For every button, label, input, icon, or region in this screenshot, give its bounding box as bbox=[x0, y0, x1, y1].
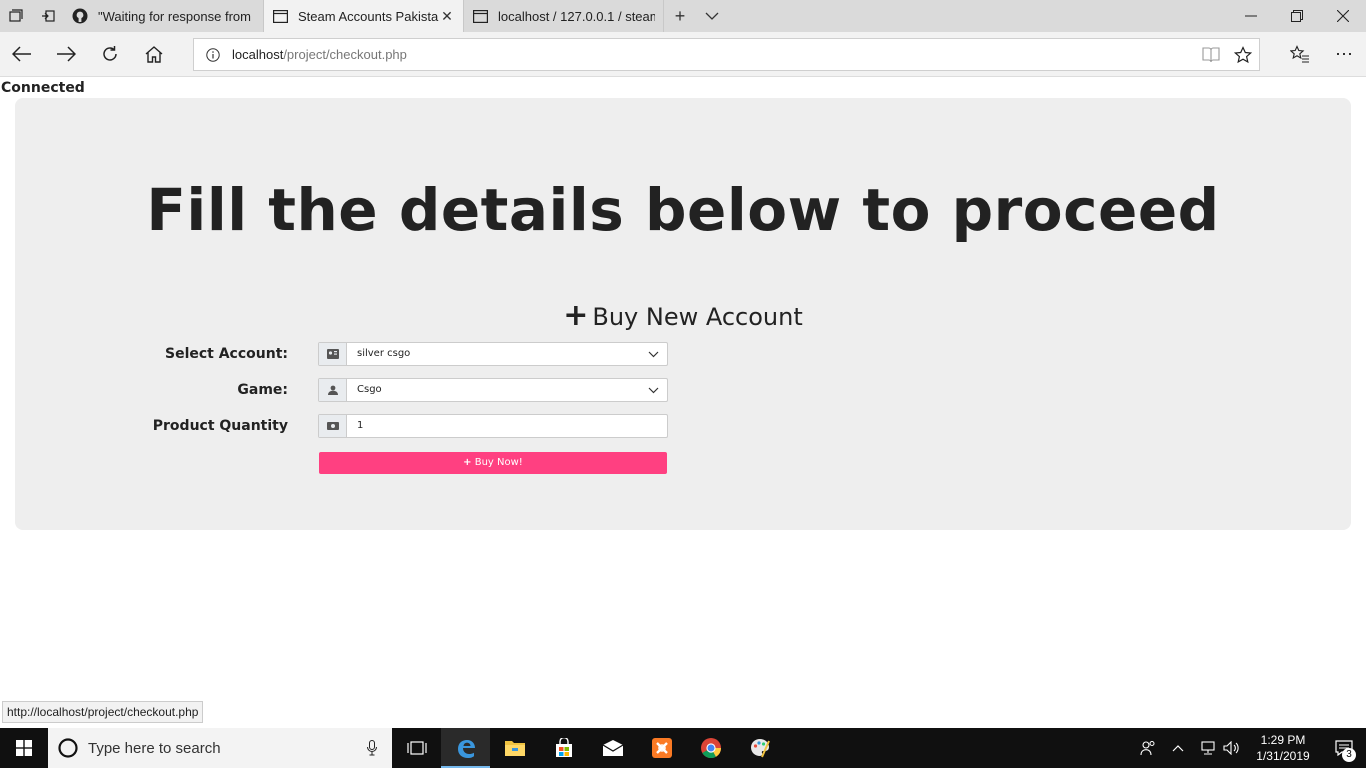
set-tabs-aside-icon[interactable] bbox=[32, 0, 64, 32]
home-icon[interactable] bbox=[132, 32, 176, 76]
minimize-icon[interactable] bbox=[1228, 0, 1274, 32]
url-path: /project/checkout.php bbox=[283, 47, 407, 62]
microphone-icon[interactable] bbox=[352, 740, 392, 756]
game-label: Game: bbox=[237, 382, 288, 398]
tab-manager-icon[interactable] bbox=[0, 0, 32, 32]
search-placeholder: Type here to search bbox=[88, 739, 221, 757]
cortana-icon bbox=[48, 737, 88, 759]
plus-icon: + bbox=[563, 298, 589, 333]
favorite-star-icon[interactable] bbox=[1227, 45, 1259, 64]
tab-title: localhost / 127.0.0.1 / steam bbox=[498, 8, 655, 24]
url-host: localhost bbox=[232, 47, 284, 62]
info-icon[interactable] bbox=[194, 47, 232, 62]
system-tray: 1:29 PM 1/31/2019 3 bbox=[1136, 728, 1366, 768]
paint-icon[interactable] bbox=[735, 728, 784, 768]
game-value: Csgo bbox=[357, 384, 382, 395]
back-icon[interactable] bbox=[0, 32, 44, 76]
tab-title: Steam Accounts Pakista bbox=[298, 8, 439, 24]
page-title: Fill the details below to proceed bbox=[146, 176, 1220, 244]
taskbar: Type here to search 1:29 PM 1/31/2019 3 bbox=[0, 728, 1366, 768]
chevron-down-icon[interactable] bbox=[696, 0, 728, 32]
buy-now-button[interactable]: + Buy Now! bbox=[319, 452, 667, 474]
form-title: + Buy New Account bbox=[15, 298, 1351, 333]
screen: "Waiting for response from Steam Account… bbox=[0, 0, 1366, 768]
form-title-text: Buy New Account bbox=[592, 303, 803, 331]
new-tab-icon[interactable]: + bbox=[664, 0, 696, 32]
select-account-row: Select Account: silver csgo bbox=[15, 342, 1351, 366]
tab-strip: "Waiting for response from Steam Account… bbox=[0, 0, 1366, 32]
select-account-value: silver csgo bbox=[357, 348, 411, 359]
tab-phpmyadmin[interactable]: localhost / 127.0.0.1 / steam bbox=[464, 0, 664, 32]
page-icon bbox=[472, 8, 488, 24]
reading-view-icon[interactable] bbox=[1195, 46, 1227, 63]
user-icon bbox=[319, 379, 347, 401]
url-text: localhost/project/checkout.php bbox=[232, 47, 1195, 62]
clock[interactable]: 1:29 PM 1/31/2019 bbox=[1244, 732, 1322, 764]
close-tab-icon[interactable]: ✕ bbox=[439, 8, 455, 25]
select-account-dropdown[interactable]: silver csgo bbox=[318, 342, 668, 366]
mail-icon[interactable] bbox=[588, 728, 637, 768]
network-icon[interactable] bbox=[1196, 741, 1220, 755]
buy-now-label: Buy Now! bbox=[474, 457, 523, 468]
page-icon bbox=[272, 8, 288, 24]
chevron-down-icon[interactable] bbox=[639, 343, 667, 365]
taskbar-search-box[interactable]: Type here to search bbox=[48, 728, 392, 768]
xampp-icon[interactable] bbox=[637, 728, 686, 768]
action-center-icon[interactable]: 3 bbox=[1322, 728, 1366, 768]
quantity-label: Product Quantity bbox=[152, 418, 288, 434]
quantity-value: 1 bbox=[357, 420, 364, 431]
clock-date: 1/31/2019 bbox=[1256, 749, 1310, 763]
quantity-input[interactable]: 1 bbox=[318, 414, 668, 438]
edge-icon[interactable] bbox=[441, 728, 490, 768]
close-window-icon[interactable] bbox=[1320, 0, 1366, 32]
github-icon bbox=[72, 8, 88, 24]
tab-steam-accounts[interactable]: Steam Accounts Pakista ✕ bbox=[264, 0, 464, 32]
clock-time: 1:29 PM bbox=[1260, 733, 1306, 747]
refresh-icon[interactable] bbox=[88, 32, 132, 76]
volume-icon[interactable] bbox=[1220, 741, 1244, 755]
game-dropdown[interactable]: Csgo bbox=[318, 378, 668, 402]
forward-icon[interactable] bbox=[44, 32, 88, 76]
tab-github[interactable]: "Waiting for response from bbox=[64, 0, 264, 32]
checkout-panel: Fill the details below to proceed + Buy N… bbox=[15, 98, 1351, 530]
people-icon[interactable] bbox=[1136, 740, 1160, 756]
url-field[interactable]: localhost/project/checkout.php bbox=[193, 38, 1260, 71]
game-row: Game: Csgo bbox=[15, 378, 1351, 402]
connection-status: Connected bbox=[1, 80, 85, 96]
more-icon[interactable]: ⋯ bbox=[1322, 32, 1366, 76]
store-icon[interactable] bbox=[539, 728, 588, 768]
status-bar-url: http://localhost/project/checkout.php bbox=[2, 701, 204, 723]
notification-badge: 3 bbox=[1342, 748, 1356, 762]
address-bar: localhost/project/checkout.php ⋯ bbox=[0, 32, 1366, 77]
task-view-icon[interactable] bbox=[392, 728, 441, 768]
restore-icon[interactable] bbox=[1274, 0, 1320, 32]
tab-title: "Waiting for response from bbox=[98, 8, 251, 24]
plus-icon: + bbox=[463, 457, 472, 468]
chrome-icon[interactable] bbox=[686, 728, 735, 768]
file-explorer-icon[interactable] bbox=[490, 728, 539, 768]
id-card-icon bbox=[319, 343, 347, 365]
favorites-hub-icon[interactable] bbox=[1278, 32, 1322, 76]
select-account-label: Select Account: bbox=[164, 346, 288, 362]
chevron-down-icon[interactable] bbox=[639, 379, 667, 401]
windows-start-icon[interactable] bbox=[0, 728, 48, 768]
money-icon bbox=[319, 415, 347, 437]
quantity-row: Product Quantity 1 bbox=[15, 414, 1351, 438]
chevron-up-icon[interactable] bbox=[1160, 744, 1196, 752]
